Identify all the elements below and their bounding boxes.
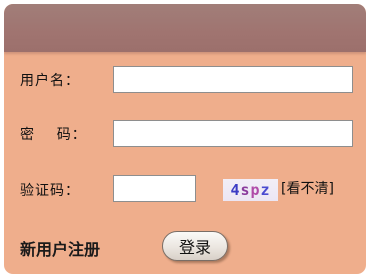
login-panel: 用户名： 密 码： 验证码： 4 s p z [看不清] 新用户注册 登录 (4, 4, 366, 274)
captcha-image[interactable]: 4 s p z (223, 179, 278, 201)
captcha-char: p (250, 181, 261, 199)
captcha-label: 验证码： (20, 183, 80, 199)
password-input[interactable] (113, 120, 353, 147)
captcha-char: s (240, 181, 251, 199)
captcha-refresh-link[interactable]: [看不清] (281, 178, 334, 198)
captcha-char: 4 (230, 181, 241, 199)
username-label: 用户名： (20, 73, 80, 89)
panel-header (4, 4, 366, 52)
password-label: 密 码： (20, 127, 87, 143)
username-input[interactable] (113, 66, 353, 93)
captcha-char: z (260, 181, 271, 199)
register-link[interactable]: 新用户注册 (20, 236, 100, 260)
login-button[interactable]: 登录 (162, 231, 228, 261)
captcha-input[interactable] (113, 175, 196, 202)
